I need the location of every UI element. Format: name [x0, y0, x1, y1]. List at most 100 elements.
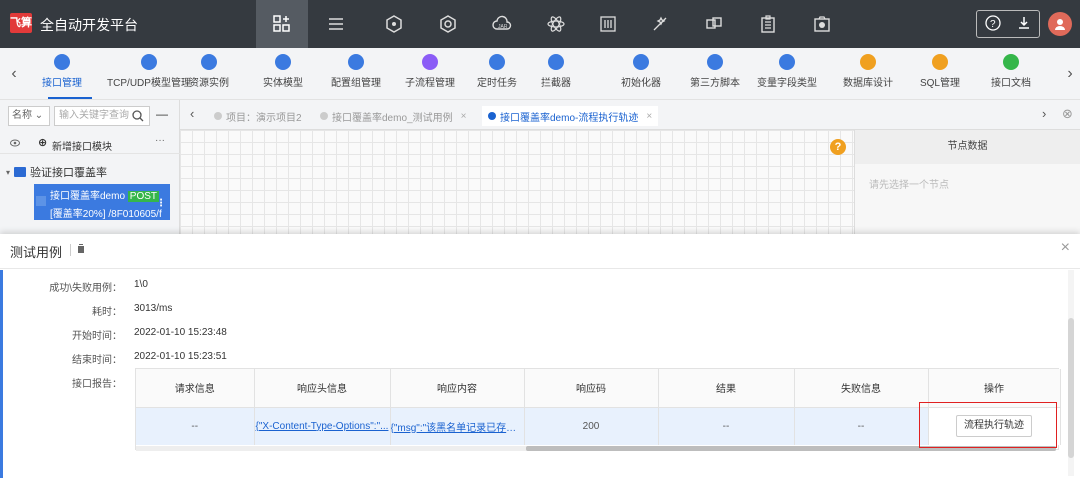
link-icon[interactable]: [702, 12, 726, 36]
magic-wand-icon[interactable]: [648, 12, 672, 36]
tab-project[interactable]: 项目：演示项目2: [214, 106, 302, 126]
highlight-box: [919, 402, 1057, 448]
grid-add-icon[interactable]: [256, 0, 308, 48]
tree-folder[interactable]: ▾ 验证接口覆盖率: [6, 164, 107, 180]
tab-close-icon[interactable]: ×: [646, 111, 652, 122]
atom-icon[interactable]: [544, 12, 568, 36]
top-bar: 飞算 全自动开发平台 JAR ?: [0, 0, 1080, 48]
toolbar-item[interactable]: SQL管理: [916, 54, 964, 94]
close-icon[interactable]: ×: [1061, 239, 1070, 257]
column-header: 响应内容: [390, 369, 525, 408]
toolbar-item[interactable]: 接口管理: [34, 54, 90, 94]
tab-close-icon[interactable]: ×: [461, 111, 467, 122]
app-title: 全自动开发平台: [40, 17, 138, 33]
list-icon[interactable]: [324, 12, 348, 36]
user-avatar[interactable]: [1048, 12, 1072, 36]
jar-cloud-icon[interactable]: JAR: [490, 12, 514, 36]
tab-label: 项目：演示项目2: [226, 112, 302, 124]
kebab-menu-icon[interactable]: ⋮: [156, 198, 166, 209]
toolbar-item-icon: [201, 54, 217, 70]
node-data-panel: 节点数据 请先选择一个节点: [854, 130, 1080, 234]
toolbar-item[interactable]: 资源实例: [188, 54, 230, 94]
toolbar-item-icon: [860, 54, 876, 70]
toolbar-item-label: 第三方脚本: [690, 78, 740, 89]
toolbar-item-icon: [489, 54, 505, 70]
response-headers-link[interactable]: {"X-Content-Type-Options":"...: [254, 407, 391, 445]
help-badge-icon[interactable]: ?: [830, 139, 846, 155]
toolbar-item-icon: [54, 54, 70, 70]
tabs-left-arrow[interactable]: ‹: [190, 106, 194, 121]
toolbar-item[interactable]: 拦截器: [536, 54, 576, 94]
method-badge: POST: [127, 191, 160, 202]
column-header: 请求信息: [136, 369, 255, 408]
plus-icon[interactable]: ⊕: [38, 136, 47, 149]
search-row: 名称 ⌄ 输入关键字查询 —: [0, 106, 180, 126]
field-key: 结束时间：: [72, 355, 122, 366]
vertical-scroll-thumb[interactable]: [1068, 318, 1074, 458]
node-panel-empty: 请先选择一个节点: [869, 180, 949, 191]
toolbar-item[interactable]: TCP/UDP模型管理: [104, 54, 194, 94]
api-tree-item[interactable]: 接口覆盖率demo POST [覆盖率20%] /8F010605/f ⋮: [34, 184, 170, 220]
toolbar-item-label: 资源实例: [189, 78, 229, 89]
select-label: 名称: [12, 110, 32, 121]
new-module-button[interactable]: 新增接口模块: [52, 138, 112, 153]
hexagon-gear-icon[interactable]: [436, 12, 460, 36]
column-header: 响应码: [524, 369, 659, 408]
drag-handle-icon[interactable]: [36, 196, 46, 206]
fail-info-cell: --: [794, 407, 929, 445]
test-case-dialog: 测试用例 × 成功\失败用例： 1\0 耗时： 3013/ms 开始时间： 20…: [0, 234, 1080, 478]
trash-icon[interactable]: [76, 243, 86, 257]
toolbar-item-label: SQL管理: [919, 78, 960, 89]
column-header: 响应头信息: [254, 369, 391, 408]
toolbar-item[interactable]: 初始化器: [616, 54, 666, 94]
search-icon[interactable]: [132, 110, 144, 125]
tab-label: 接口覆盖率demo-流程执行轨迹: [500, 112, 639, 124]
help-icon[interactable]: ?: [985, 14, 1001, 34]
toolbar-item[interactable]: 配置组管理: [330, 54, 382, 94]
toolbar-item[interactable]: 子流程管理: [400, 54, 460, 94]
editor-tab-bar: ‹ 项目：演示项目2 接口覆盖率demo_测试用例 × 接口覆盖率demo-流程…: [180, 100, 1080, 130]
hexagon-icon[interactable]: [382, 12, 406, 36]
field-value: 2022-01-10 15:23:48: [134, 327, 227, 338]
sliders-icon[interactable]: [596, 12, 620, 36]
tab-dot-icon: [320, 112, 328, 120]
toolbar-item[interactable]: 实体模型: [258, 54, 308, 94]
toolbar-item-icon: [275, 54, 291, 70]
tab-test-case[interactable]: 接口覆盖率demo_测试用例 ×: [320, 106, 466, 126]
tabs-right-arrow[interactable]: ›: [1042, 106, 1046, 121]
close-all-tabs-icon[interactable]: ⊗: [1062, 106, 1073, 122]
eye-icon[interactable]: [10, 138, 20, 150]
tab-trace[interactable]: 接口覆盖率demo-流程执行轨迹 ×: [482, 106, 659, 126]
toolbar-item[interactable]: 第三方脚本: [686, 54, 744, 94]
svg-text:?: ?: [990, 19, 996, 30]
toolbar-item-label: 配置组管理: [331, 78, 381, 89]
field-key: 开始时间：: [72, 331, 122, 342]
toolbar-item[interactable]: 接口文档: [986, 54, 1036, 94]
caret-down-icon[interactable]: ▾: [6, 168, 10, 177]
toolbar-item[interactable]: 定时任务: [474, 54, 520, 94]
search-field-select[interactable]: 名称 ⌄: [8, 106, 50, 126]
toolbar-item[interactable]: 数据库设计: [840, 54, 896, 94]
toolbar-item[interactable]: 变量字段类型: [752, 54, 822, 94]
flow-canvas[interactable]: [180, 130, 854, 234]
toolbar-item-label: 实体模型: [263, 78, 303, 89]
more-icon[interactable]: ···: [155, 135, 165, 146]
download-icon[interactable]: [1017, 16, 1031, 33]
camera-box-icon[interactable]: [810, 12, 834, 36]
tab-label: 接口覆盖率demo_测试用例: [332, 112, 453, 124]
field-value: 3013/ms: [134, 303, 173, 314]
toolbar-left-arrow[interactable]: ‹: [4, 62, 24, 86]
app-logo: 飞算: [10, 13, 32, 33]
field-key: 耗时：: [92, 307, 122, 318]
toolbar-right-arrow[interactable]: ›: [1060, 62, 1080, 86]
field-key: 接口报告：: [72, 379, 122, 390]
collapse-icon[interactable]: —: [156, 107, 168, 121]
toolbar-item-label: 接口管理: [42, 78, 82, 89]
response-code-cell: 200: [524, 407, 659, 445]
toolbar-item-label: 数据库设计: [843, 78, 893, 89]
column-header: 结果: [658, 369, 795, 408]
response-content-link[interactable]: {"msg":"该黑名单记录已存在...: [390, 407, 525, 445]
clipboard-icon[interactable]: [756, 12, 780, 36]
field-value: 1\0: [134, 279, 148, 290]
help-download-group: ?: [976, 10, 1040, 38]
